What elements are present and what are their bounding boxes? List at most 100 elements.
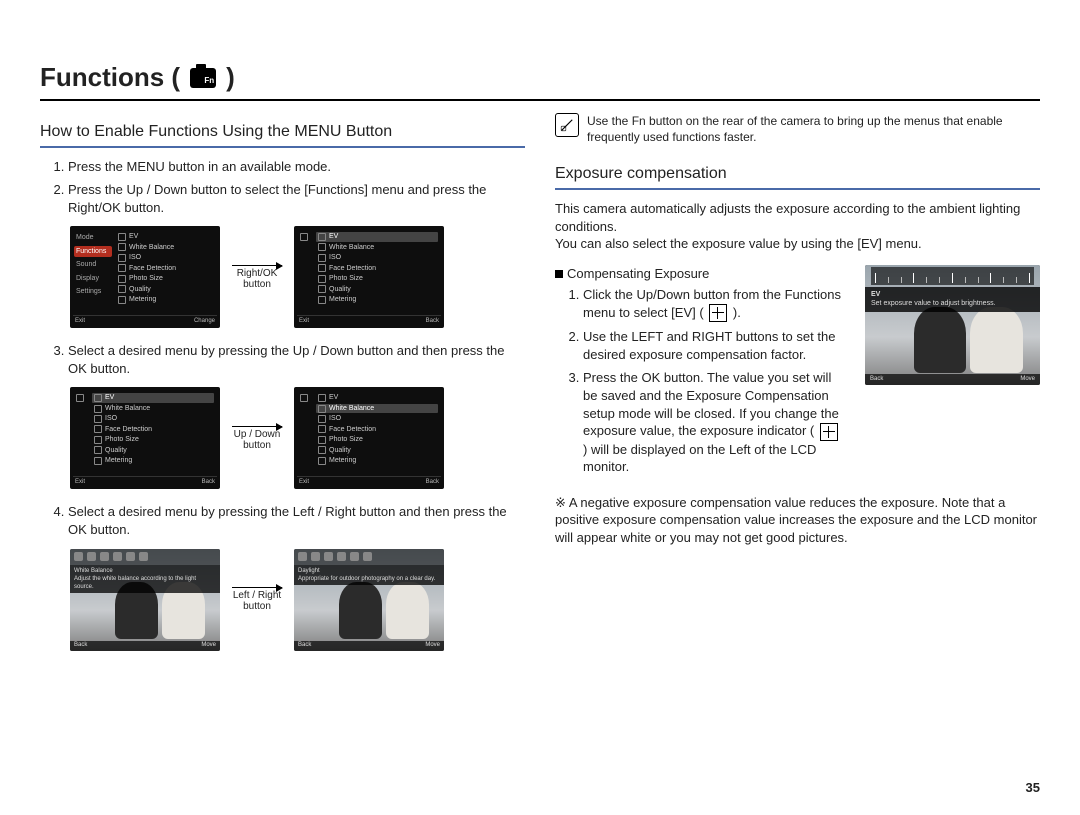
menu3-cam-icon: [74, 393, 88, 403]
arrow-right-ok: Right/OK button: [232, 265, 282, 290]
menu-screenshot-1: Mode Functions Sound Display Settings EV…: [70, 226, 220, 328]
left-steps-3: Select a desired menu by pressing the Up…: [40, 342, 525, 377]
menu2-right-ev: EV: [316, 232, 438, 241]
page-title-text: Functions (: [40, 60, 180, 95]
left-heading: How to Enable Functions Using the MENU B…: [40, 121, 525, 148]
bullet-icon: [555, 270, 563, 278]
menu4-right-wb: White Balance: [316, 404, 438, 413]
wb1-foot-left: Back: [74, 641, 87, 649]
left-step-1: Press the MENU button in an available mo…: [68, 158, 525, 176]
ev-scale: [871, 267, 1034, 285]
menu3-right-size: Photo Size: [92, 435, 214, 444]
menu4-right-metering: Metering: [316, 456, 438, 465]
menu1-left-display: Display: [74, 273, 112, 284]
menu4-right-face: Face Detection: [316, 425, 438, 434]
left-steps-1-2: Press the MENU button in an available mo…: [40, 158, 525, 217]
menu3-right-wb: White Balance: [92, 404, 214, 413]
exposure-note: ※ A negative exposure compensation value…: [555, 494, 1040, 547]
arrow-icon: [232, 265, 282, 266]
wb-icon: [298, 552, 307, 561]
menu1-left-sound: Sound: [74, 259, 112, 270]
wb-screenshot-2: Daylight Appropriate for outdoor photogr…: [294, 549, 444, 651]
menu2-right-metering: Metering: [316, 295, 438, 304]
right-steps: Click the Up/Down button from the Functi…: [555, 286, 847, 476]
menu1-right-metering: Metering: [116, 295, 214, 304]
menu3-right-ev: EV: [92, 393, 214, 402]
right-step-2: Use the LEFT and RIGHT buttons to set th…: [583, 328, 847, 363]
arrow-up-down: Up / Down button: [232, 426, 282, 451]
ev-foot-left: Back: [870, 375, 883, 383]
screens-row-3: White Balance Adjust the white balance a…: [70, 549, 525, 651]
menu2-right-iso: ISO: [316, 253, 438, 262]
right-step-3: Press the OK button. The value you set w…: [583, 369, 847, 475]
menu3-right-quality: Quality: [92, 446, 214, 455]
menu-screenshot-4: EV White Balance ISO Face Detection Phot…: [294, 387, 444, 489]
camera-fn-icon: [190, 68, 216, 88]
menu4-foot-right: Back: [426, 478, 439, 486]
menu4-right-ev: EV: [316, 393, 438, 402]
menu2-cam-icon: [298, 232, 312, 242]
menu2-right-size: Photo Size: [316, 274, 438, 283]
ev-label: EV: [871, 290, 1034, 299]
menu2-right-face: Face Detection: [316, 264, 438, 273]
menu4-right-size: Photo Size: [316, 435, 438, 444]
menu1-right-size: Photo Size: [116, 274, 214, 283]
arrow-icon: [232, 587, 282, 588]
screens-row-1: Mode Functions Sound Display Settings EV…: [70, 226, 525, 328]
right-intro-1: This camera automatically adjusts the ex…: [555, 200, 1040, 235]
menu2-foot-left: Exit: [299, 317, 309, 325]
arrow-icon: [232, 426, 282, 427]
menu4-cam-icon: [298, 393, 312, 403]
tip-box: Use the Fn button on the rear of the cam…: [555, 113, 1040, 145]
comp-exposure-subhead: Compensating Exposure: [555, 265, 847, 283]
wb2-foot-left: Back: [298, 641, 311, 649]
menu3-foot-left: Exit: [75, 478, 85, 486]
wb-icon: [74, 552, 83, 561]
page-number: 35: [1026, 779, 1040, 797]
menu2-right-quality: Quality: [316, 285, 438, 294]
menu4-right-quality: Quality: [316, 446, 438, 455]
menu3-right-iso: ISO: [92, 414, 214, 423]
right-heading: Exposure compensation: [555, 163, 1040, 190]
menu1-foot-right: Change: [194, 317, 215, 325]
menu3-right-face: Face Detection: [92, 425, 214, 434]
menu1-left-settings: Settings: [74, 286, 112, 297]
wb2-foot-right: Move: [425, 641, 440, 649]
menu-screenshot-3: EV White Balance ISO Face Detection Phot…: [70, 387, 220, 489]
left-step-2: Press the Up / Down button to select the…: [68, 181, 525, 216]
ev-plusminus-icon: [709, 304, 727, 322]
menu-screenshot-2: EV White Balance ISO Face Detection Phot…: [294, 226, 444, 328]
left-steps-4: Select a desired menu by pressing the Le…: [40, 503, 525, 538]
menu3-foot-right: Back: [202, 478, 215, 486]
ev-caption: Set exposure value to adjust brightness.: [871, 299, 1034, 308]
left-step-4: Select a desired menu by pressing the Le…: [68, 503, 525, 538]
left-column: How to Enable Functions Using the MENU B…: [40, 113, 525, 664]
right-intro-2: You can also select the exposure value b…: [555, 235, 1040, 253]
wb-screenshot-1: White Balance Adjust the white balance a…: [70, 549, 220, 651]
ev-screenshot: EV Set exposure value to adjust brightne…: [865, 265, 1040, 385]
menu4-right-iso: ISO: [316, 414, 438, 423]
menu1-left-functions: Functions: [74, 246, 112, 257]
menu3-right-metering: Metering: [92, 456, 214, 465]
reference-mark-icon: ※: [555, 495, 566, 510]
arrow-left-right: Left / Right button: [232, 587, 282, 612]
menu1-right-wb: White Balance: [116, 243, 214, 252]
page-title: Functions ( ): [40, 60, 1040, 101]
wb1-caption: Adjust the white balance according to th…: [74, 575, 216, 591]
ev-foot-right: Move: [1020, 375, 1035, 383]
page-title-suffix: ): [226, 60, 235, 95]
menu1-left-mode: Mode: [74, 232, 112, 243]
wb1-foot-right: Move: [201, 641, 216, 649]
wb2-title: Daylight: [298, 567, 440, 575]
ev-plusminus-icon: [820, 423, 838, 441]
menu2-foot-right: Back: [426, 317, 439, 325]
right-step-1: Click the Up/Down button from the Functi…: [583, 286, 847, 322]
tip-text: Use the Fn button on the rear of the cam…: [587, 113, 1040, 145]
menu4-foot-left: Exit: [299, 478, 309, 486]
menu1-foot-left: Exit: [75, 317, 85, 325]
right-column: Use the Fn button on the rear of the cam…: [555, 113, 1040, 664]
wb1-title: White Balance: [74, 567, 216, 575]
note-icon: [555, 113, 579, 137]
screens-row-2: EV White Balance ISO Face Detection Phot…: [70, 387, 525, 489]
menu1-right-quality: Quality: [116, 285, 214, 294]
